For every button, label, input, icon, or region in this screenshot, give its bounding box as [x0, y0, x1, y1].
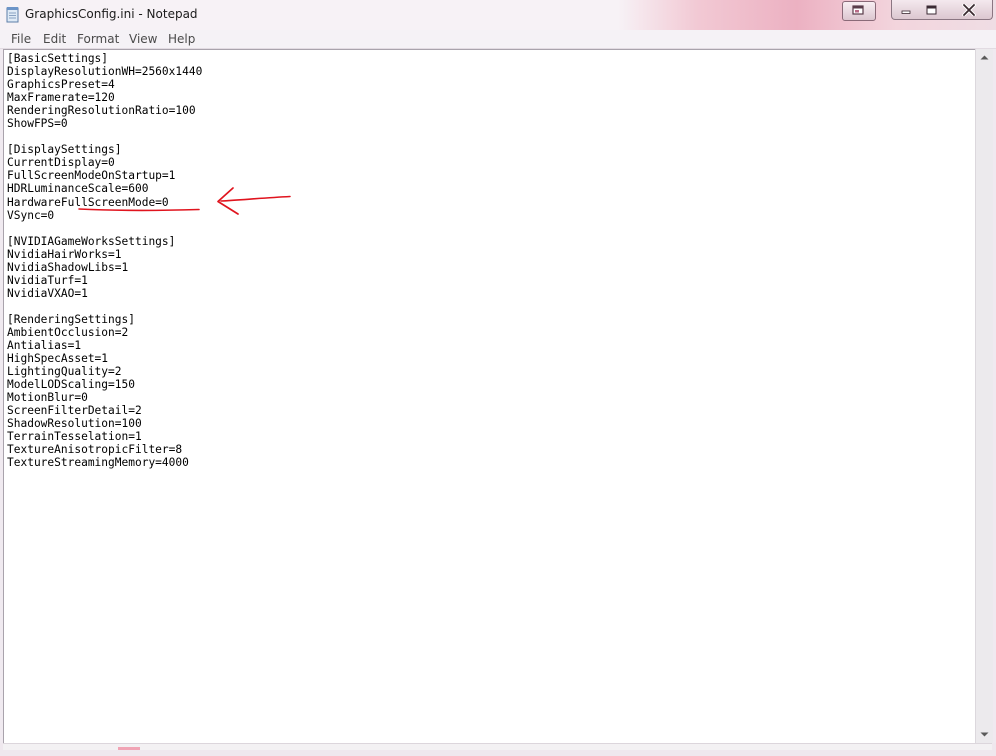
editor-line: TerrainTesselation=1 [7, 430, 142, 444]
menu-edit[interactable]: Edit [43, 32, 66, 46]
editor-line: HardwareFullScreenMode=0 [7, 195, 169, 209]
notepad-icon [6, 7, 19, 23]
close-button[interactable] [945, 0, 993, 20]
editor-line: [DisplaySettings] [7, 143, 122, 157]
menu-help[interactable]: Help [168, 32, 195, 46]
editor-line: DisplayResolutionWH=2560x1440 [7, 65, 203, 79]
maximize-button[interactable] [918, 0, 946, 20]
editor-line: ScreenFilterDetail=2 [7, 404, 142, 418]
editor-line: FullScreenModeOnStartup=1 [7, 169, 176, 183]
menu-bar: File Edit Format View Help [0, 30, 996, 49]
menu-view[interactable]: View [129, 32, 157, 46]
editor-line: HDRLuminanceScale=600 [7, 182, 149, 196]
editor-line: [NVIDIAGameWorksSettings] [7, 234, 176, 248]
scroll-down-arrow-icon [980, 732, 989, 737]
scroll-down-button[interactable] [976, 726, 993, 743]
editor-line: [RenderingSettings] [7, 312, 135, 326]
editor-line: HighSpecAsset=1 [7, 352, 109, 366]
bottom-frame [0, 743, 996, 756]
notepad-window: GraphicsConfig.ini - Notepad File Edit F… [0, 0, 996, 756]
minimize-icon [901, 10, 910, 14]
frame-edge [3, 743, 992, 750]
editor-line: LightingQuality=2 [7, 365, 122, 379]
scroll-up-button[interactable] [976, 49, 993, 66]
scroll-up-arrow-icon [980, 55, 989, 60]
taskbar-peek [118, 747, 140, 750]
restore-window-icon [852, 5, 864, 15]
editor-line: TextureStreamingMemory=4000 [7, 456, 189, 470]
close-icon [961, 3, 976, 16]
editor-content[interactable]: [BasicSettings] DisplayResolutionWH=2560x… [7, 52, 202, 470]
editor-line: ShowFPS=0 [7, 117, 68, 131]
editor-line: ModelLODScaling=150 [7, 378, 135, 392]
editor-line: CurrentDisplay=0 [7, 156, 115, 170]
editor-line: MaxFramerate=120 [7, 91, 115, 105]
editor-line: NvidiaTurf=1 [7, 273, 88, 287]
editor-line: AmbientOcclusion=2 [7, 325, 129, 339]
menu-format[interactable]: Format [77, 32, 119, 46]
menu-file[interactable]: File [11, 32, 31, 46]
restore-window-button[interactable] [842, 1, 876, 21]
minimize-button[interactable] [891, 0, 920, 20]
maximize-icon [926, 5, 936, 14]
editor-line: VSync=0 [7, 208, 55, 222]
editor-line: GraphicsPreset=4 [7, 78, 115, 92]
editor-line: RenderingResolutionRatio=100 [7, 104, 196, 118]
text-editor[interactable]: [BasicSettings] DisplayResolutionWH=2560x… [3, 49, 976, 744]
vertical-scrollbar[interactable] [975, 49, 993, 743]
editor-line: TextureAnisotropicFilter=8 [7, 443, 183, 457]
editor-line: NvidiaShadowLibs=1 [7, 260, 129, 274]
editor-line: NvidiaHairWorks=1 [7, 247, 122, 261]
editor-line: MotionBlur=0 [7, 391, 88, 405]
editor-line: Antialias=1 [7, 339, 82, 353]
window-title: GraphicsConfig.ini - Notepad [25, 7, 198, 21]
title-bar[interactable]: GraphicsConfig.ini - Notepad [0, 0, 996, 30]
editor-line: [BasicSettings] [7, 52, 109, 65]
editor-line: ShadowResolution=100 [7, 417, 142, 431]
editor-line: NvidiaVXAO=1 [7, 286, 88, 300]
